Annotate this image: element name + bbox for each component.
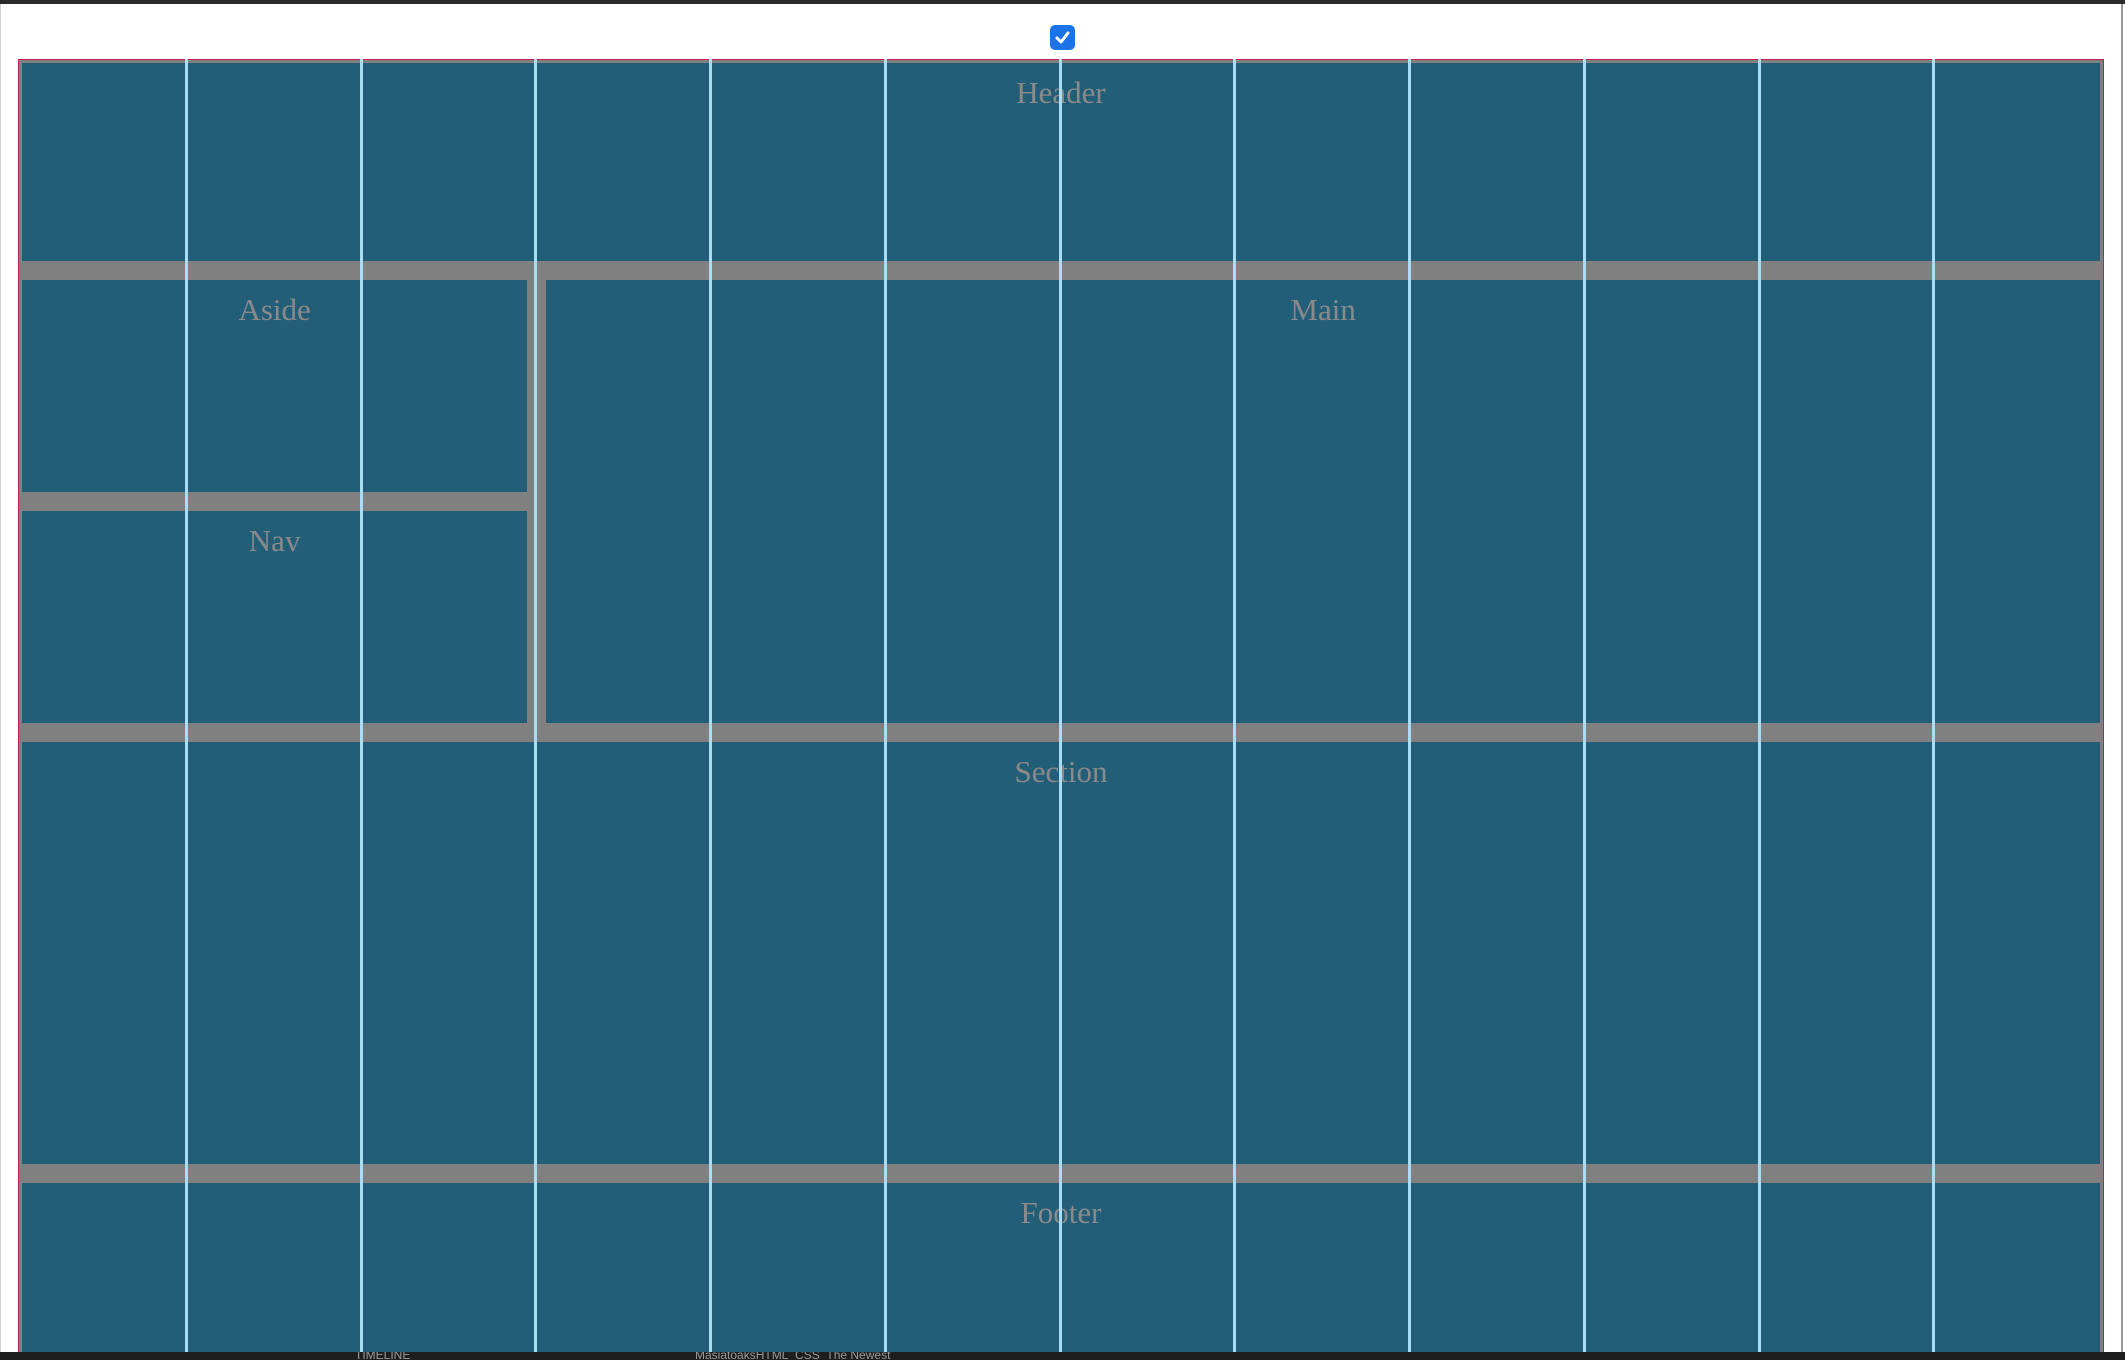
grid-overlay-toggle[interactable] — [1050, 25, 1075, 50]
nav-area: Nav — [22, 511, 528, 723]
timeline-label: TIMELINE — [355, 1352, 411, 1360]
file-tab-label: MasiatoaksHTML_CSS_The Newest — [695, 1352, 891, 1360]
aside-area: Aside — [22, 280, 528, 492]
section-label: Section — [1014, 754, 1108, 789]
header-area: Header — [22, 63, 2100, 261]
main-area: Main — [546, 280, 2100, 723]
checkmark-icon — [1055, 31, 1070, 44]
nav-label: Nav — [248, 523, 301, 558]
footer-label: Footer — [1020, 1195, 1102, 1230]
header-label: Header — [1016, 75, 1106, 110]
section-area: Section — [22, 742, 2100, 1164]
grid-overlay-checkbox[interactable] — [1050, 25, 1075, 50]
main-label: Main — [1290, 292, 1356, 327]
editor-status-strip: TIMELINE MasiatoaksHTML_CSS_The Newest — [0, 1352, 2125, 1360]
grid-container: Header Aside Nav Main Section Footer — [18, 59, 2104, 1360]
aside-label: Aside — [238, 292, 311, 327]
footer-area: Footer — [22, 1183, 2100, 1356]
